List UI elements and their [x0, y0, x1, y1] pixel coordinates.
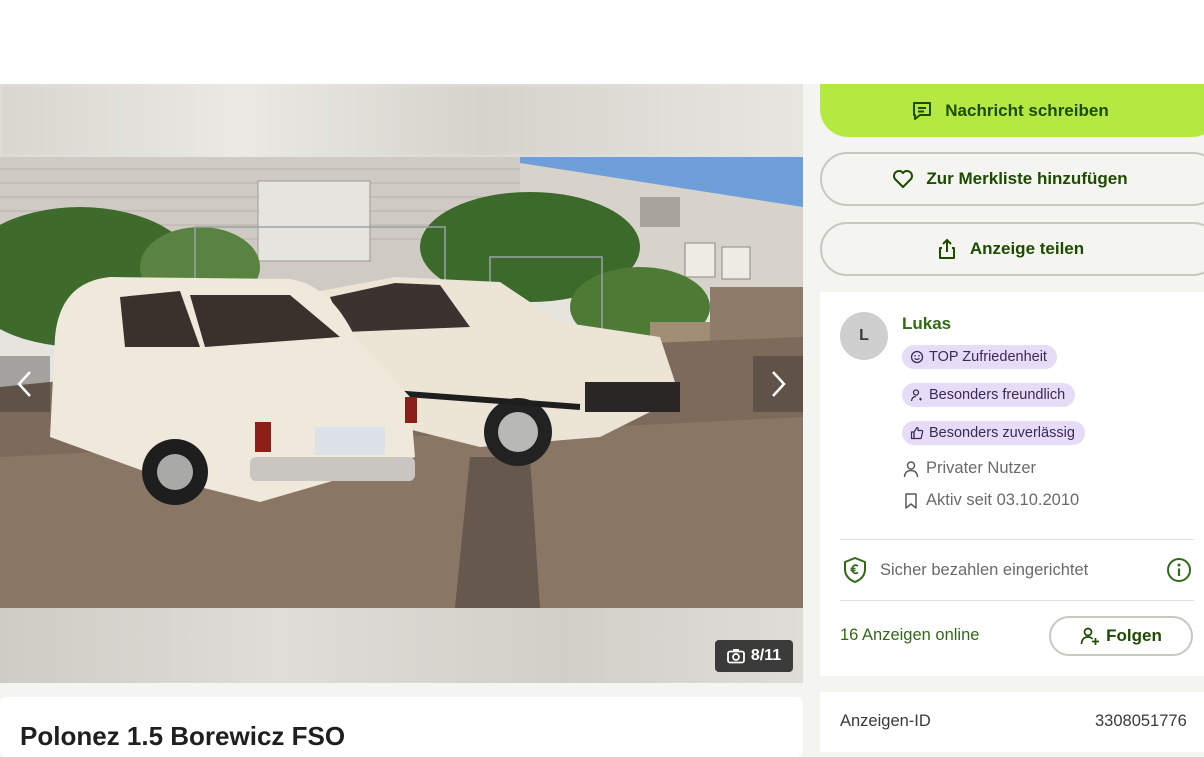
seller-listings-link[interactable]: 16 Anzeigen online [840, 626, 979, 645]
chat-icon [913, 101, 932, 120]
badge-top-satisfaction: TOP Zufriedenheit [902, 345, 1057, 369]
badge-label: TOP Zufriedenheit [929, 349, 1047, 365]
listing-title: Polonez 1.5 Borewicz FSO [20, 721, 346, 751]
divider [840, 600, 1194, 601]
divider [840, 539, 1194, 540]
follow-button-label: Folgen [1106, 626, 1162, 645]
car-photo-illustration [0, 157, 803, 608]
active-since-text: Aktiv seit 03.10.2010 [926, 491, 1080, 509]
listing-title-card: Polonez 1.5 Borewicz FSO [0, 697, 803, 757]
seller-type-text: Privater Nutzer [926, 459, 1037, 477]
seller-type: Privater Nutzer [902, 459, 1036, 478]
seller-info-card: L Lukas TOP Zufriedenheit Besonders freu… [820, 292, 1204, 676]
message-button[interactable]: Nachricht schreiben [820, 84, 1204, 137]
top-header-bar [0, 0, 1204, 84]
gallery-previous-button[interactable] [0, 356, 50, 412]
seller-name-link[interactable]: Lukas [902, 314, 951, 334]
listing-photo[interactable] [0, 157, 803, 608]
user-icon [903, 460, 919, 477]
chevron-left-icon [17, 371, 31, 397]
badge-reliable: Besonders zuverlässig [902, 421, 1085, 445]
badge-friendly: Besonders freundlich [902, 383, 1076, 407]
share-listing-button[interactable]: Anzeige teilen [820, 222, 1204, 276]
share-icon [938, 238, 955, 259]
bookmark-icon [905, 492, 917, 509]
euro-shield-icon [844, 557, 866, 583]
friendly-user-icon [910, 389, 922, 402]
follow-button[interactable]: Folgen [1049, 616, 1193, 656]
add-user-icon [1080, 627, 1100, 645]
info-icon[interactable] [1166, 557, 1192, 583]
share-button-label: Anzeige teilen [969, 239, 1085, 258]
message-button-label: Nachricht schreiben [945, 100, 1109, 120]
thumbs-up-icon [910, 426, 924, 440]
camera-icon [726, 649, 745, 664]
chevron-right-icon [772, 371, 786, 397]
image-counter-text: 8/11 [750, 647, 782, 664]
secure-payment-row: Sicher bezahlen eingerichtet [842, 556, 1192, 584]
image-gallery[interactable]: 8/11 [0, 84, 803, 683]
secure-payment-text: Sicher bezahlen eingerichtet [880, 560, 1089, 579]
heart-icon [893, 170, 914, 188]
listing-details-card: Anzeigen-ID 3308051776 [820, 692, 1204, 752]
listing-id-value: 3308051776 [1095, 712, 1187, 730]
gallery-next-button[interactable] [753, 356, 803, 412]
smile-icon [910, 350, 924, 364]
avatar[interactable]: L [840, 312, 888, 360]
badge-label: Besonders freundlich [929, 387, 1066, 403]
blurred-background-bottom [0, 608, 803, 683]
image-counter: 8/11 [715, 640, 793, 672]
badge-label: Besonders zuverlässig [929, 425, 1075, 441]
seller-active-since: Aktiv seit 03.10.2010 [902, 491, 1079, 510]
blurred-background-top [0, 84, 803, 157]
add-to-watchlist-button[interactable]: Zur Merkliste hinzufügen [820, 152, 1204, 206]
watchlist-button-label: Zur Merkliste hinzufügen [926, 169, 1128, 188]
listing-id-label: Anzeigen-ID [840, 712, 931, 730]
